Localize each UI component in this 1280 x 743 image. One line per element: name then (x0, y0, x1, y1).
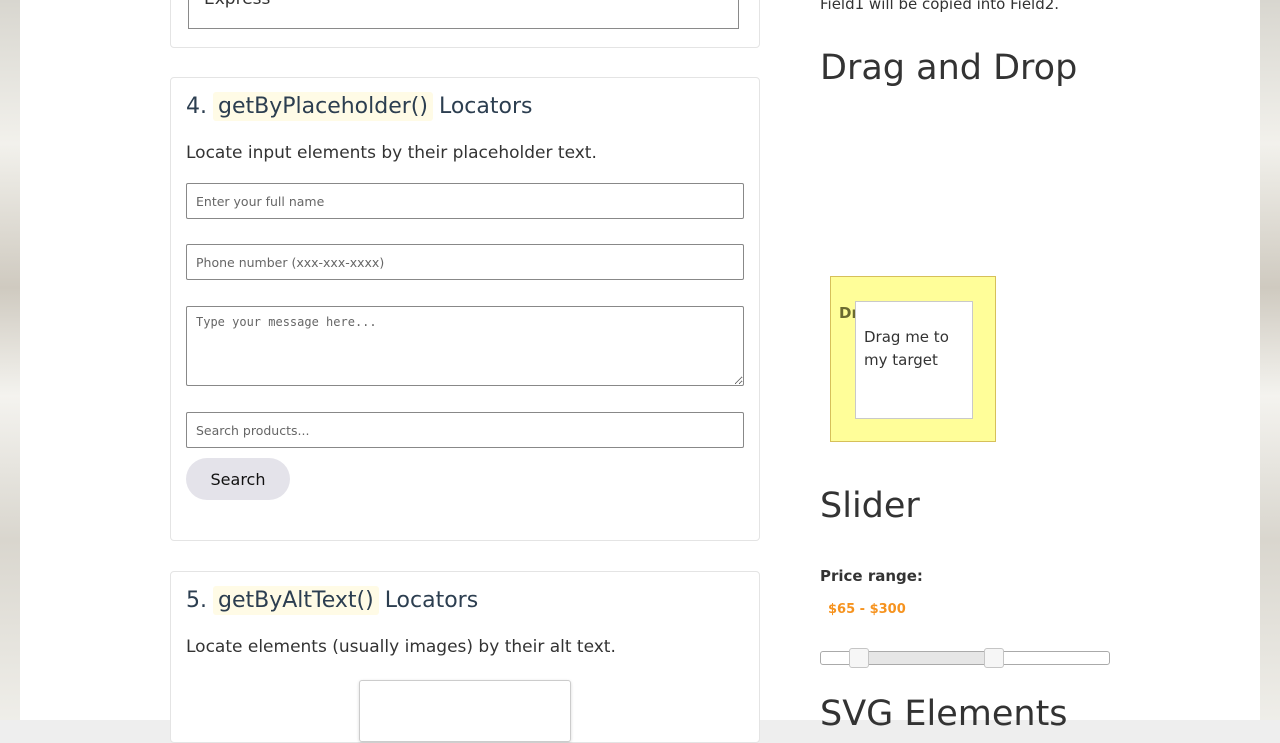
copy-note: Field1 will be copied into Field2. (820, 0, 1060, 13)
dropdown-select[interactable]: Express (188, 0, 739, 29)
price-range-label: Price range: (820, 567, 923, 585)
price-slider[interactable] (820, 648, 1110, 668)
drag-drop-title: Drag and Drop (820, 48, 1078, 88)
section-code: getByPlaceholder() (213, 92, 433, 121)
right-column: Field1 will be copied into Field2. Drag … (820, 0, 1240, 734)
section-number: 5. (186, 588, 207, 613)
slider-max-handle[interactable] (984, 648, 1004, 668)
search-button[interactable]: Search (186, 458, 290, 500)
dropdown-card: Express (170, 0, 760, 48)
price-range-value: $65 - $300 (828, 602, 906, 617)
background-left (0, 0, 20, 720)
section-title: 5. getByAltText() Locators (186, 586, 478, 615)
draggable-box[interactable]: Drag me to my target (855, 301, 973, 419)
phone-input[interactable] (186, 244, 744, 280)
section-description: Locate elements (usually images) by thei… (186, 637, 616, 657)
image-frame (359, 680, 571, 742)
dropdown-selected-value: Express (204, 0, 270, 9)
placeholder-locators-card: 4. getByPlaceholder() Locators Locate in… (170, 77, 760, 541)
slider-range (859, 652, 994, 664)
section-title-rest: Locators (438, 94, 533, 119)
section-code: getByAltText() (213, 586, 379, 615)
message-textarea[interactable] (186, 306, 744, 386)
section-title: 4. getByPlaceholder() Locators (186, 92, 532, 121)
full-name-input[interactable] (186, 183, 744, 219)
section-description: Locate input elements by their placehold… (186, 143, 597, 163)
search-products-input[interactable] (186, 412, 744, 448)
slider-title: Slider (820, 486, 920, 526)
section-title-rest: Locators (384, 588, 479, 613)
alt-text-locators-card: 5. getByAltText() Locators Locate elemen… (170, 571, 760, 743)
background-right (1260, 0, 1280, 720)
slider-min-handle[interactable] (849, 648, 869, 668)
section-number: 4. (186, 94, 207, 119)
page-content: Express 4. getByPlaceholder() Locators L… (20, 0, 1260, 743)
svg-elements-title: SVG Elements (820, 694, 1068, 734)
